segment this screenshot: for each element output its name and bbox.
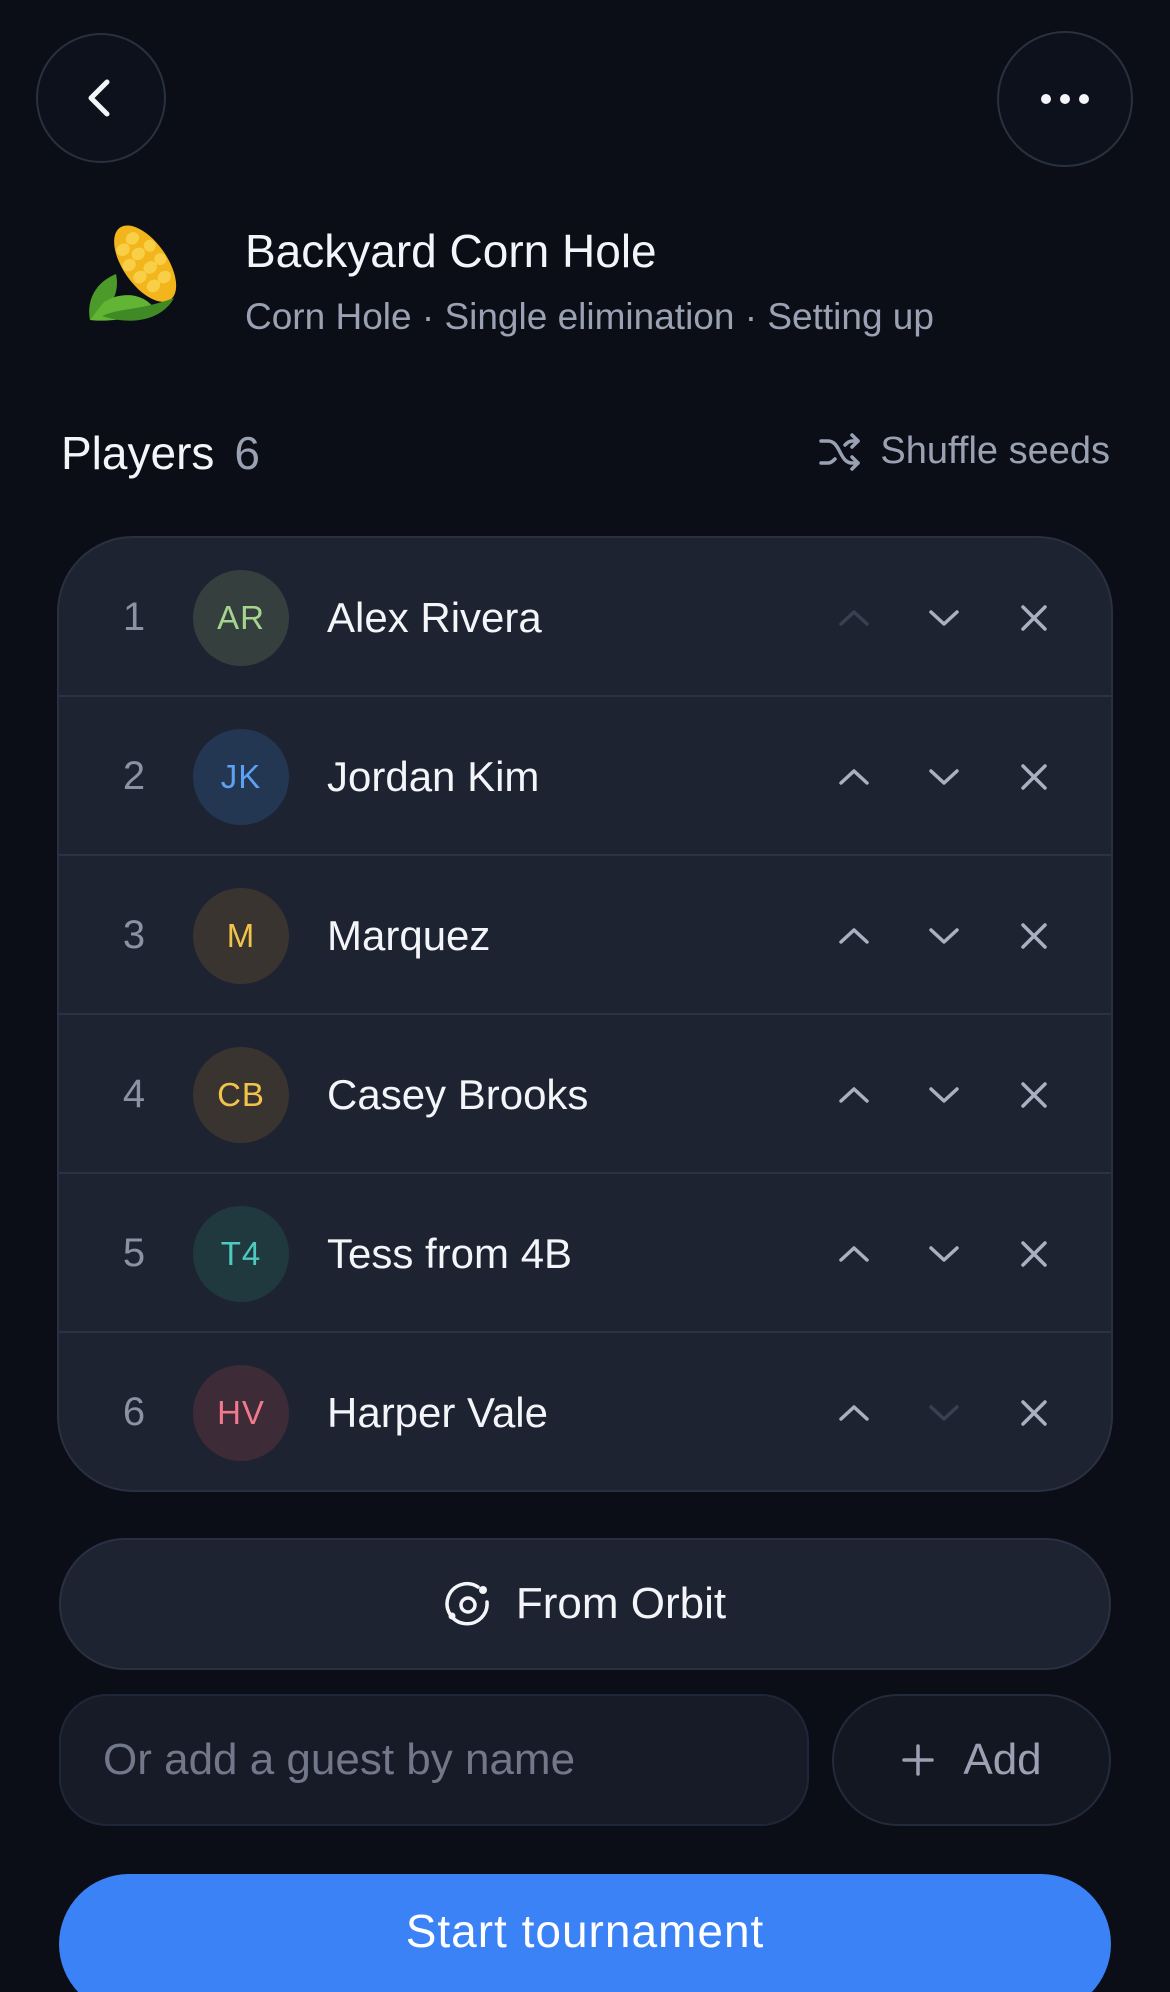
avatar: CB [193,1047,289,1143]
move-down-button [914,1383,974,1443]
chevron-down-icon [929,769,959,785]
avatar: AR [193,570,289,666]
chevron-up-icon [839,928,869,944]
chevron-down-icon [929,610,959,626]
from-orbit-label: From Orbit [515,1579,727,1628]
chevron-down-icon [929,928,959,944]
player-seed: 5 [122,1231,146,1275]
move-down-button[interactable] [914,906,974,966]
more-options-button[interactable] [997,31,1133,167]
chevron-down-icon [929,1246,959,1262]
player-row: 1 AR Alex Rivera [59,538,1111,697]
player-name: Alex Rivera [327,593,542,641]
orbit-icon [445,1582,489,1626]
players-heading: Players 6 [61,426,260,480]
move-down-button[interactable] [914,1065,974,1125]
player-row: 6 HV Harper Vale [59,1333,1111,1490]
player-name: Tess from 4B [327,1229,573,1277]
avatar: HV [193,1365,289,1461]
move-up-button[interactable] [824,747,884,807]
player-name: Harper Vale [327,1388,548,1436]
player-seed: 1 [122,595,146,639]
player-row: 5 T4 Tess from 4B [59,1174,1111,1333]
guest-name-input[interactable] [59,1694,809,1826]
more-horizontal-icon [1041,94,1089,104]
chevron-left-icon [88,79,110,117]
from-orbit-button[interactable]: From Orbit [59,1538,1111,1670]
shuffle-seeds-button[interactable]: Shuffle seeds [818,430,1110,473]
move-down-button[interactable] [914,588,974,648]
move-up-button[interactable] [824,1065,884,1125]
plus-icon [902,1744,935,1776]
chevron-up-icon [839,769,869,785]
remove-player-button[interactable] [1004,1383,1064,1443]
player-seed: 2 [122,754,146,798]
avatar: JK [193,729,289,825]
tournament-setup-screen: Backyard Corn Hole Corn Hole · Single el… [0,0,1170,1992]
back-button[interactable] [36,33,166,163]
avatar: M [193,888,289,984]
chevron-up-icon [839,1087,869,1103]
player-name: Casey Brooks [327,1070,589,1118]
add-guest-label: Add [963,1735,1042,1784]
player-row: 3 M Marquez [59,856,1111,1015]
corn-emoji [89,225,177,321]
move-down-button[interactable] [914,747,974,807]
start-tournament-button[interactable]: Start tournament [59,1874,1111,1992]
close-icon [1021,1241,1047,1267]
player-name: Marquez [327,911,491,959]
chevron-up-icon [839,1246,869,1262]
move-up-button[interactable] [824,1224,884,1284]
avatar: T4 [193,1206,289,1302]
start-tournament-label: Start tournament [405,1905,765,1957]
shuffle-seeds-label: Shuffle seeds [880,430,1110,472]
move-up-button[interactable] [824,906,884,966]
player-seed: 6 [122,1390,146,1434]
close-icon [1021,923,1047,949]
move-up-button [824,588,884,648]
chevron-down-icon [929,1405,959,1421]
shuffle-icon [819,432,861,471]
tournament-title: Backyard Corn Hole [245,225,657,277]
players-heading-label: Players [61,427,215,479]
players-count: 6 [234,427,260,479]
player-row: 2 JK Jordan Kim [59,697,1111,856]
close-icon [1021,1400,1047,1426]
move-up-button[interactable] [824,1383,884,1443]
remove-player-button[interactable] [1004,906,1064,966]
players-list: 1 AR Alex Rivera 2 JK Jordan Kim 3 M Marquez 4 CB C… [57,536,1113,1492]
remove-player-button[interactable] [1004,1224,1064,1284]
remove-player-button[interactable] [1004,747,1064,807]
chevron-down-icon [929,1087,959,1103]
remove-player-button[interactable] [1004,1065,1064,1125]
chevron-up-icon [839,1405,869,1421]
chevron-up-icon [839,610,869,626]
player-row: 4 CB Casey Brooks [59,1015,1111,1174]
move-down-button[interactable] [914,1224,974,1284]
close-icon [1021,1082,1047,1108]
remove-player-button[interactable] [1004,588,1064,648]
close-icon [1021,605,1047,631]
player-name: Jordan Kim [327,752,540,800]
player-seed: 3 [122,913,146,957]
tournament-subtitle: Corn Hole · Single elimination · Setting… [245,296,934,337]
add-guest-button[interactable]: Add [832,1694,1111,1826]
close-icon [1021,764,1047,790]
player-seed: 4 [122,1072,146,1116]
